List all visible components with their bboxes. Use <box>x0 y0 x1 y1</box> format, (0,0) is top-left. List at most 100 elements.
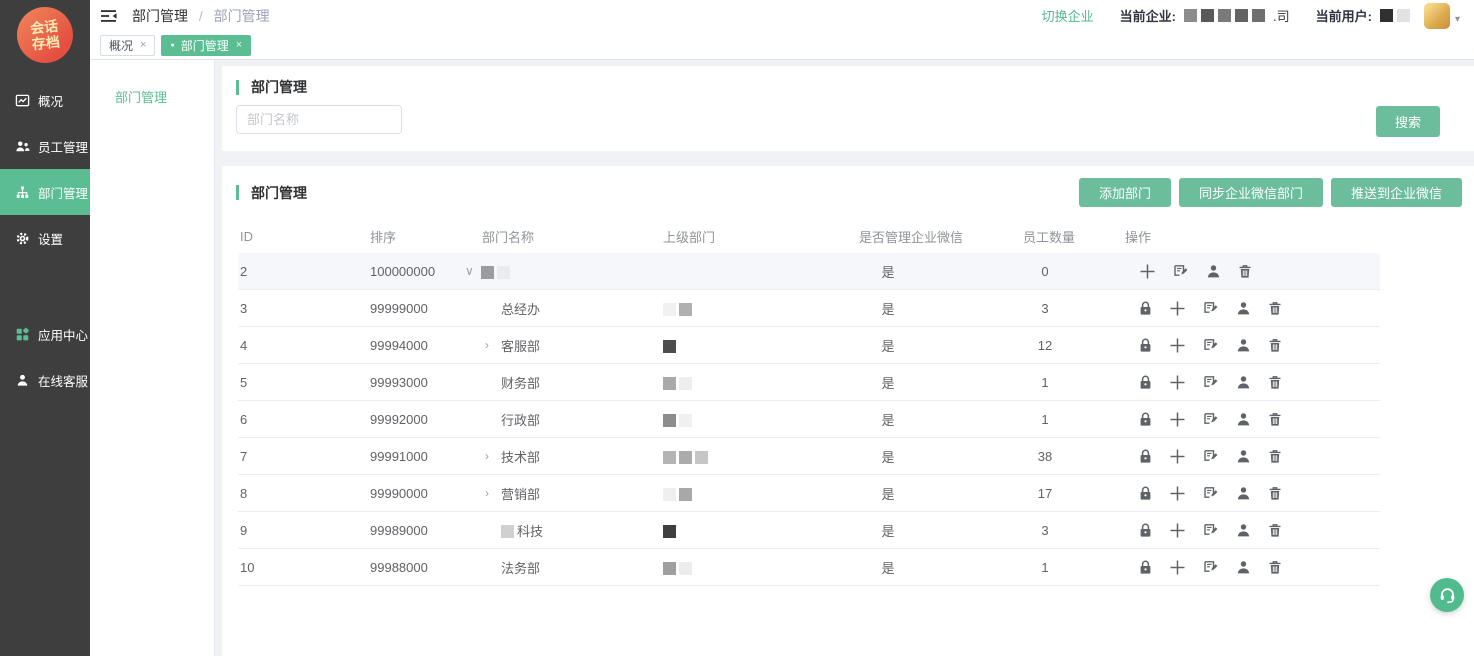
cell-id: 4 <box>238 338 368 353</box>
redacted-parent-blocks <box>663 522 679 537</box>
delete-icon[interactable] <box>1268 486 1282 501</box>
dept-name-input[interactable] <box>236 105 402 134</box>
members-icon[interactable] <box>1236 375 1251 390</box>
sidebar-item-departments[interactable]: 部门管理 <box>0 169 90 215</box>
edit-icon[interactable] <box>1203 448 1219 464</box>
redacted-company-name <box>1184 9 1269 22</box>
expand-caret-icon[interactable]: › <box>485 338 501 352</box>
lock-icon[interactable] <box>1139 412 1152 427</box>
delete-icon[interactable] <box>1268 338 1282 353</box>
delete-icon[interactable] <box>1268 412 1282 427</box>
org-chart-icon <box>15 185 30 200</box>
col-operations: 操作 <box>1113 227 1380 246</box>
close-icon[interactable]: × <box>140 39 146 51</box>
lock-icon[interactable] <box>1139 449 1152 464</box>
sidebar-item-online-support[interactable]: 在线客服 <box>0 357 90 403</box>
search-button[interactable]: 搜索 <box>1376 106 1440 137</box>
table-panel-title-text: 部门管理 <box>251 183 307 203</box>
sidebar-item-employees[interactable]: 员工管理 <box>0 123 90 169</box>
edit-icon[interactable] <box>1203 559 1219 575</box>
cell-operations <box>1113 448 1380 465</box>
sync-wecom-departments-button[interactable]: 同步企业微信部门 <box>1179 178 1323 207</box>
subnav-item-departments[interactable]: 部门管理 <box>90 60 214 106</box>
expand-caret-icon[interactable]: › <box>485 449 501 463</box>
edit-icon[interactable] <box>1203 300 1219 316</box>
customer-service-button[interactable] <box>1430 578 1464 612</box>
members-icon[interactable] <box>1236 449 1251 464</box>
members-icon[interactable] <box>1236 560 1251 575</box>
table-row[interactable]: 4 99994000 › 客服部 <box>238 327 1380 364</box>
delete-icon[interactable] <box>1268 449 1282 464</box>
cell-manage-wecom: 是 <box>853 521 983 540</box>
delete-icon[interactable] <box>1238 264 1252 279</box>
members-icon[interactable] <box>1236 523 1251 538</box>
switch-company-link[interactable]: 切换企业 <box>1042 6 1094 25</box>
cell-sort: 99988000 <box>368 560 463 575</box>
push-to-wecom-button[interactable]: 推送到企业微信 <box>1331 178 1462 207</box>
tab-departments[interactable]: ● 部门管理 × <box>161 35 251 56</box>
lock-icon[interactable] <box>1139 301 1152 316</box>
table-row[interactable]: 7 99991000 › 技术部 <box>238 438 1380 475</box>
lock-icon[interactable] <box>1139 338 1152 353</box>
lock-icon[interactable] <box>1139 375 1152 390</box>
sidebar-item-settings[interactable]: 设置 <box>0 215 90 261</box>
avatar[interactable] <box>1424 3 1450 29</box>
expand-caret-icon[interactable]: ∨ <box>465 264 481 278</box>
breadcrumb-section[interactable]: 部门管理 <box>132 8 188 24</box>
delete-icon[interactable] <box>1268 560 1282 575</box>
table-row[interactable]: 9 99989000 科技 <box>238 512 1380 549</box>
edit-icon[interactable] <box>1173 263 1189 279</box>
delete-icon[interactable] <box>1268 301 1282 316</box>
cell-dept-name: › 技术部 <box>463 447 643 466</box>
members-icon[interactable] <box>1236 412 1251 427</box>
add-child-icon[interactable] <box>1169 522 1186 539</box>
add-child-icon[interactable] <box>1169 448 1186 465</box>
table-row[interactable]: 3 99999000 总经办 <box>238 290 1380 327</box>
table-row[interactable]: 8 99990000 › 营销部 <box>238 475 1380 512</box>
current-user[interactable]: 当前用户: ▾ <box>1316 3 1460 29</box>
edit-icon[interactable] <box>1203 522 1219 538</box>
delete-icon[interactable] <box>1268 523 1282 538</box>
add-child-icon[interactable] <box>1169 411 1186 428</box>
cell-sort: 99990000 <box>368 486 463 501</box>
members-icon[interactable] <box>1236 338 1251 353</box>
edit-icon[interactable] <box>1203 337 1219 353</box>
edit-icon[interactable] <box>1203 411 1219 427</box>
lock-icon[interactable] <box>1139 560 1152 575</box>
cell-operations <box>1113 263 1380 280</box>
add-child-icon[interactable] <box>1169 559 1186 576</box>
add-child-icon[interactable] <box>1169 485 1186 502</box>
add-child-icon[interactable] <box>1169 374 1186 391</box>
cell-dept-name: 财务部 <box>463 373 643 392</box>
cell-parent-dept <box>643 559 853 574</box>
cell-parent-dept <box>643 522 853 537</box>
delete-icon[interactable] <box>1268 375 1282 390</box>
lock-icon[interactable] <box>1139 486 1152 501</box>
expand-caret-icon[interactable]: › <box>485 486 501 500</box>
lock-icon[interactable] <box>1139 523 1152 538</box>
edit-icon[interactable] <box>1203 374 1219 390</box>
members-icon[interactable] <box>1206 264 1221 279</box>
add-child-icon[interactable] <box>1169 300 1186 317</box>
edit-icon[interactable] <box>1203 485 1219 501</box>
table-row[interactable]: 5 99993000 财务部 <box>238 364 1380 401</box>
collapse-sidebar-icon[interactable] <box>100 8 118 24</box>
sidebar-item-overview[interactable]: 概况 <box>0 77 90 123</box>
cell-employee-count: 3 <box>983 301 1113 316</box>
tab-overview[interactable]: 概况 × <box>100 35 155 56</box>
table-row[interactable]: 2 100000000 ∨ <box>238 253 1380 290</box>
table-row[interactable]: 6 99992000 行政部 <box>238 401 1380 438</box>
users-icon <box>15 139 30 154</box>
cell-operations <box>1113 559 1380 576</box>
sidebar-item-label: 部门管理 <box>38 183 88 202</box>
chevron-down-icon[interactable]: ▾ <box>1455 14 1460 25</box>
close-icon[interactable]: × <box>236 39 242 51</box>
add-child-icon[interactable] <box>1139 263 1156 280</box>
members-icon[interactable] <box>1236 301 1251 316</box>
members-icon[interactable] <box>1236 486 1251 501</box>
add-department-button[interactable]: 添加部门 <box>1079 178 1171 207</box>
add-child-icon[interactable] <box>1169 337 1186 354</box>
table-row[interactable]: 10 99988000 法务部 <box>238 549 1380 586</box>
sidebar-item-app-center[interactable]: 应用中心 <box>0 311 90 357</box>
redacted-parent-blocks <box>663 300 695 315</box>
